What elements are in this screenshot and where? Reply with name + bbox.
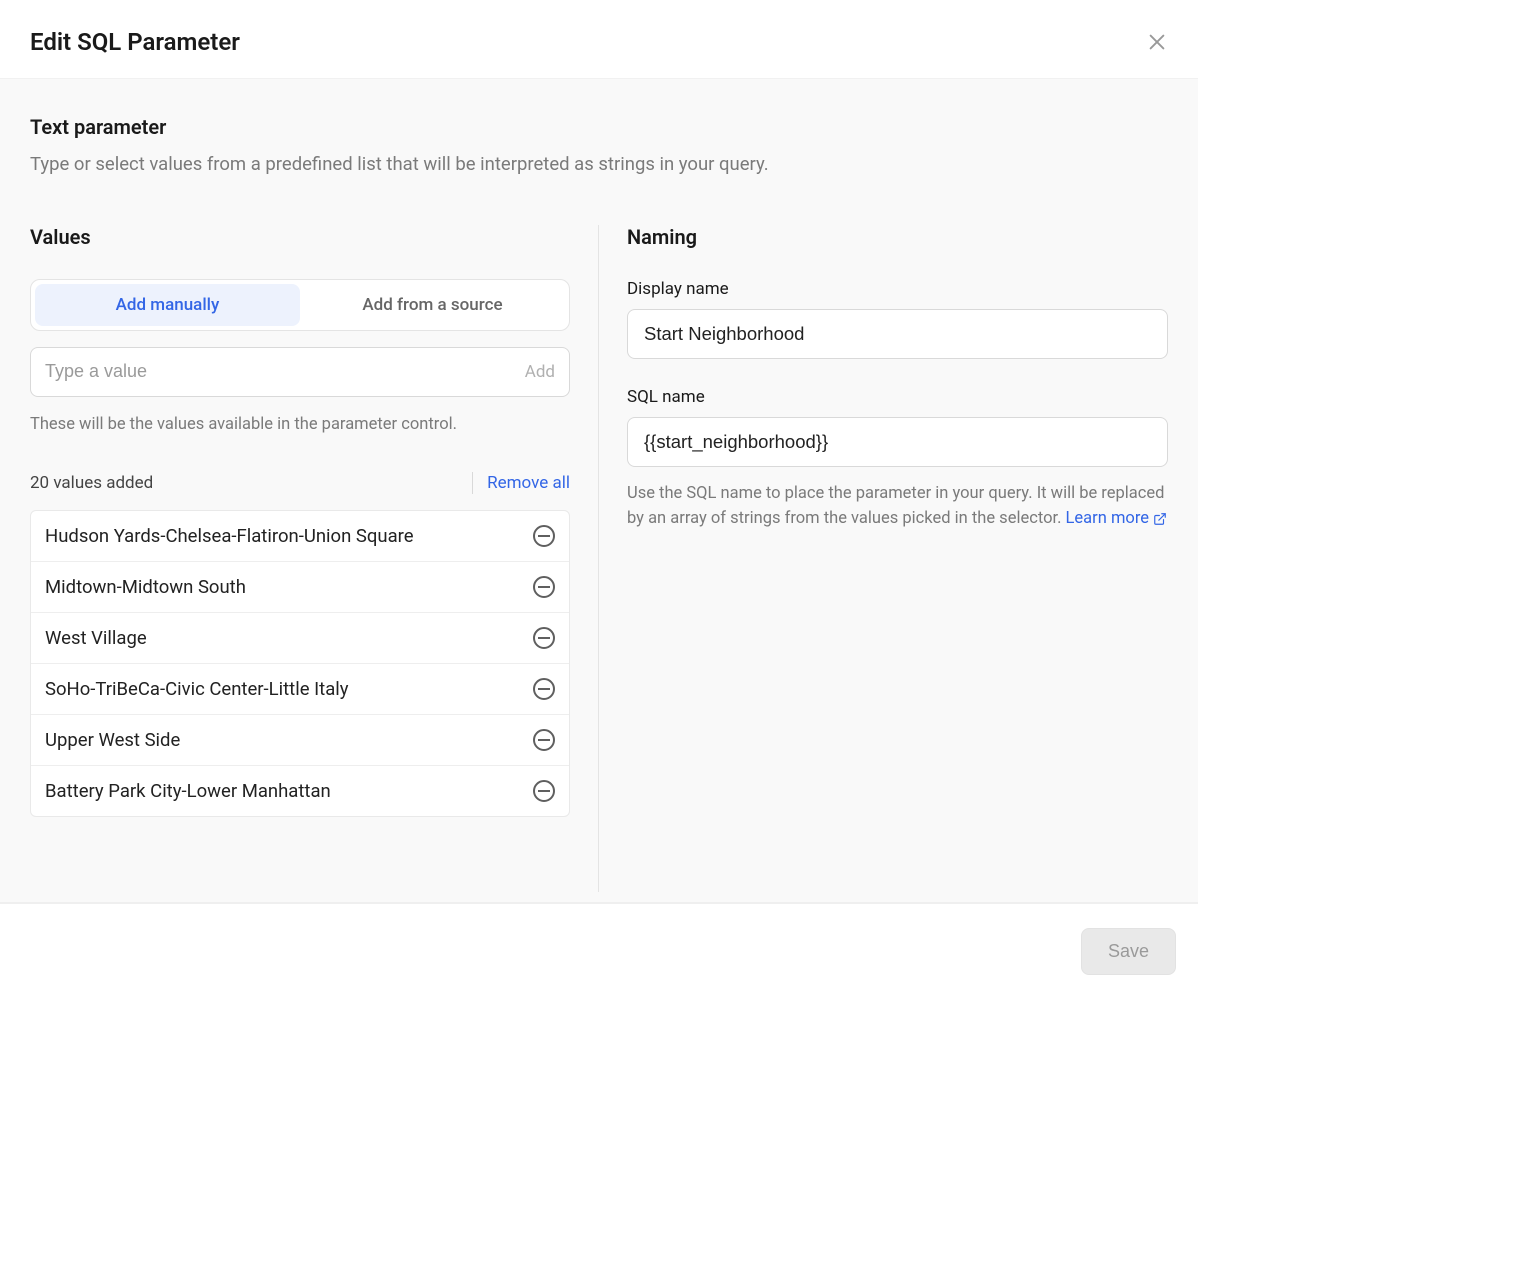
value-input[interactable] bbox=[45, 361, 525, 382]
list-item-label: Upper West Side bbox=[45, 729, 180, 751]
list-item-label: West Village bbox=[45, 627, 147, 649]
values-hint: These will be the values available in th… bbox=[30, 415, 570, 434]
sql-name-help: Use the SQL name to place the parameter … bbox=[627, 481, 1168, 532]
add-value-button[interactable]: Add bbox=[525, 362, 555, 382]
naming-title: Naming bbox=[627, 225, 1168, 249]
display-name-label: Display name bbox=[627, 279, 1168, 299]
remove-item-icon[interactable] bbox=[533, 627, 555, 649]
tab-add-from-source[interactable]: Add from a source bbox=[300, 284, 565, 326]
close-icon bbox=[1146, 31, 1168, 53]
external-link-icon bbox=[1153, 512, 1167, 526]
list-item: Battery Park City-Lower Manhattan bbox=[31, 766, 569, 816]
values-count: 20 values added bbox=[30, 473, 153, 493]
list-item: Upper West Side bbox=[31, 715, 569, 766]
remove-item-icon[interactable] bbox=[533, 525, 555, 547]
list-item-label: SoHo-TriBeCa-Civic Center-Little Italy bbox=[45, 678, 349, 700]
parameter-type-description: Type or select values from a predefined … bbox=[30, 151, 1168, 179]
list-item: Hudson Yards-Chelsea-Flatiron-Union Squa… bbox=[31, 511, 569, 562]
remove-all-button[interactable]: Remove all bbox=[487, 473, 570, 493]
sql-name-input[interactable] bbox=[627, 417, 1168, 467]
naming-panel: Naming Display name SQL name Use the SQL… bbox=[599, 225, 1168, 892]
values-panel: Values Add manually Add from a source Ad… bbox=[30, 225, 599, 892]
remove-item-icon[interactable] bbox=[533, 729, 555, 751]
list-item-label: Battery Park City-Lower Manhattan bbox=[45, 780, 331, 802]
modal-title: Edit SQL Parameter bbox=[30, 28, 240, 56]
modal-footer: Save bbox=[0, 902, 1198, 998]
remove-item-icon[interactable] bbox=[533, 576, 555, 598]
list-item: SoHo-TriBeCa-Civic Center-Little Italy bbox=[31, 664, 569, 715]
parameter-type-title: Text parameter bbox=[30, 115, 1168, 139]
modal-header: Edit SQL Parameter bbox=[0, 0, 1198, 79]
values-title: Values bbox=[30, 225, 570, 249]
remove-item-icon[interactable] bbox=[533, 678, 555, 700]
values-list-header: 20 values added Remove all bbox=[30, 472, 570, 494]
list-item-label: Midtown-Midtown South bbox=[45, 576, 246, 598]
divider bbox=[472, 472, 473, 494]
close-button[interactable] bbox=[1146, 31, 1168, 53]
value-input-row: Add bbox=[30, 347, 570, 397]
list-item-label: Hudson Yards-Chelsea-Flatiron-Union Squa… bbox=[45, 525, 414, 547]
tab-add-manually[interactable]: Add manually bbox=[35, 284, 300, 326]
list-item: Midtown-Midtown South bbox=[31, 562, 569, 613]
sql-name-label: SQL name bbox=[627, 387, 1168, 407]
modal-body: Text parameter Type or select values fro… bbox=[0, 79, 1198, 902]
save-button[interactable]: Save bbox=[1081, 928, 1176, 975]
add-mode-toggle: Add manually Add from a source bbox=[30, 279, 570, 331]
display-name-input[interactable] bbox=[627, 309, 1168, 359]
remove-item-icon[interactable] bbox=[533, 780, 555, 802]
learn-more-link[interactable]: Learn more bbox=[1066, 506, 1167, 532]
list-item: West Village bbox=[31, 613, 569, 664]
values-list[interactable]: Hudson Yards-Chelsea-Flatiron-Union Squa… bbox=[30, 510, 570, 817]
